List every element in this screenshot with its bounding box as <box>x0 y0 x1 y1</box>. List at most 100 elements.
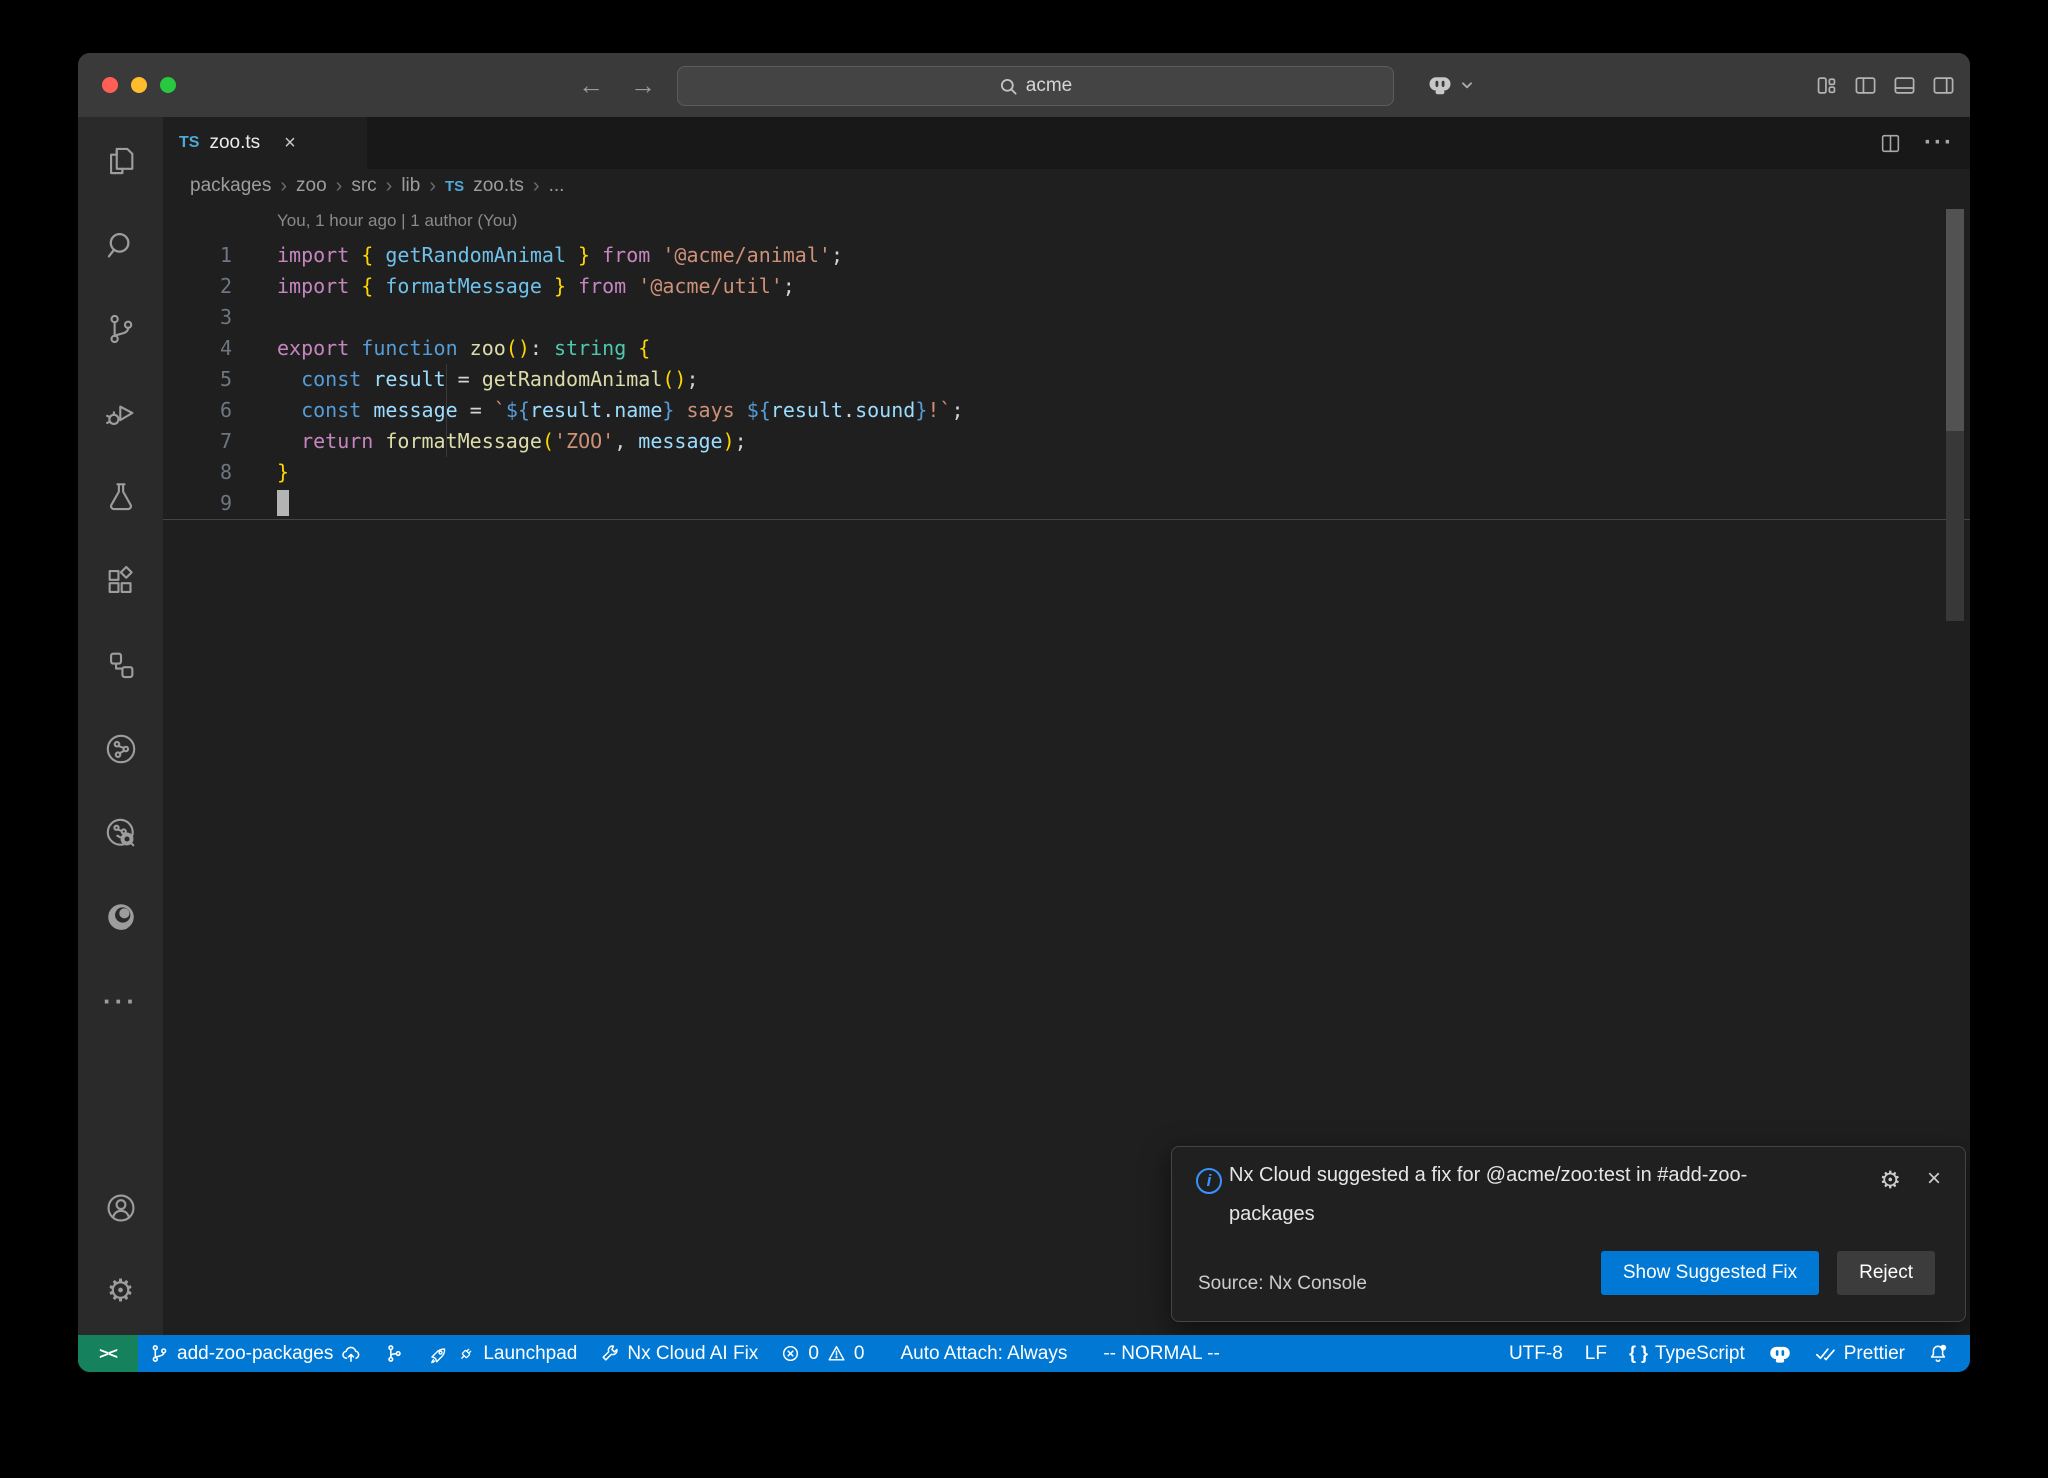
remote-indicator[interactable]: >< <box>78 1335 138 1372</box>
line-content[interactable]: import { getRandomAnimal } from '@acme/a… <box>277 240 843 271</box>
copilot-status-item[interactable] <box>1756 1335 1804 1372</box>
problems-item[interactable]: 0 0 <box>769 1335 875 1372</box>
breadcrumb-item[interactable]: packages <box>190 175 271 197</box>
nx-project-graph-icon[interactable] <box>103 815 139 851</box>
tab-bar: TS zoo.ts × ··· <box>163 117 1970 169</box>
remote-explorer-icon[interactable] <box>103 647 139 683</box>
language-mode-item[interactable]: { } TypeScript <box>1618 1335 1756 1372</box>
encoding-item[interactable]: UTF-8 <box>1498 1335 1574 1372</box>
git-blame-annotation: You, 1 hour ago | 1 author (You) <box>277 203 1970 240</box>
activity-bar: ··· ⚙ <box>78 117 163 1335</box>
launchpad-label: Launchpad <box>483 1343 577 1365</box>
text-cursor <box>277 490 289 516</box>
notification-settings-icon[interactable]: ⚙ <box>1879 1169 1901 1193</box>
code-line-2[interactable]: 2 import { formatMessage } from '@acme/ut… <box>163 271 1970 302</box>
split-editor-icon[interactable] <box>1879 132 1902 155</box>
line-content[interactable]: import { formatMessage } from '@acme/uti… <box>277 271 795 302</box>
line-content[interactable]: } <box>277 457 289 488</box>
breadcrumb-item[interactable]: zoo <box>296 175 327 197</box>
breadcrumb: packages › zoo › src › lib › TS zoo.ts ›… <box>163 169 1970 203</box>
notification-close-icon[interactable]: × <box>1927 1167 1941 1191</box>
nx-cloud-ai-fix-item[interactable]: Nx Cloud AI Fix <box>588 1335 769 1372</box>
zoom-window-button[interactable] <box>160 77 176 93</box>
auto-attach-item[interactable]: Auto Attach: Always <box>889 1335 1078 1372</box>
code-line-8[interactable]: 8} <box>163 457 1970 488</box>
line-content[interactable]: export function zoo(): string { <box>277 333 650 364</box>
more-actions-icon[interactable]: ··· <box>1924 129 1954 157</box>
titlebar: ← → acme <box>78 53 1970 118</box>
code-line-4[interactable]: 4export function zoo(): string { <box>163 333 1970 364</box>
line-number: 2 <box>163 271 232 302</box>
reject-button[interactable]: Reject <box>1837 1251 1935 1295</box>
rocket-icon <box>427 1343 449 1365</box>
settings-gear-icon[interactable]: ⚙ <box>103 1272 139 1308</box>
customize-layout-icon[interactable] <box>1814 73 1839 98</box>
line-number: 5 <box>163 364 232 395</box>
publish-cloud-icon <box>340 1343 362 1365</box>
navigate-forward-icon[interactable]: → <box>630 70 656 101</box>
breadcrumb-file[interactable]: zoo.ts <box>473 175 524 197</box>
source-control-graph-item[interactable] <box>373 1335 416 1372</box>
editor-scrollbar[interactable] <box>1946 209 1964 431</box>
typescript-file-icon: TS <box>179 134 199 152</box>
double-check-icon <box>1815 1343 1837 1365</box>
error-count: 0 <box>808 1343 819 1365</box>
copilot-icon <box>1426 71 1454 99</box>
code-line-9[interactable]: 9 <box>163 488 1970 520</box>
source-control-icon[interactable] <box>103 311 139 347</box>
minimize-window-button[interactable] <box>131 77 147 93</box>
run-and-debug-icon[interactable] <box>103 395 139 431</box>
explorer-icon[interactable] <box>103 143 139 179</box>
window-controls <box>102 77 176 93</box>
formatter-item[interactable]: Prettier <box>1804 1335 1916 1372</box>
chevron-down-icon <box>1460 78 1474 92</box>
breadcrumb-overflow[interactable]: ... <box>549 175 565 197</box>
line-content[interactable]: const message = `${result.name} says ${r… <box>277 395 964 426</box>
close-tab-icon[interactable]: × <box>284 132 296 155</box>
line-content[interactable]: return formatMessage('ZOO', message); <box>277 426 747 457</box>
launchpad-item[interactable]: Launchpad <box>416 1335 588 1372</box>
code-lines: 1import { getRandomAnimal } from '@acme/… <box>163 240 1970 520</box>
search-view-icon[interactable] <box>103 227 139 263</box>
code-line-1[interactable]: 1import { getRandomAnimal } from '@acme/… <box>163 240 1970 271</box>
indent-guide <box>446 364 447 457</box>
testing-icon[interactable] <box>103 479 139 515</box>
git-branch-icon <box>149 1343 170 1364</box>
errors-icon <box>780 1343 801 1364</box>
tab-zoo-ts[interactable]: TS zoo.ts × <box>163 117 367 169</box>
breadcrumb-separator-icon: › <box>533 175 540 198</box>
code-line-6[interactable]: 6 const message = `${result.name} says $… <box>163 395 1970 426</box>
code-line-3[interactable]: 3 <box>163 302 1970 333</box>
copilot-menu[interactable] <box>1426 53 1474 117</box>
accounts-icon[interactable] <box>103 1190 139 1226</box>
eol-item[interactable]: LF <box>1574 1335 1618 1372</box>
close-window-button[interactable] <box>102 77 118 93</box>
breadcrumb-item[interactable]: src <box>351 175 376 197</box>
plug-icon <box>456 1344 476 1364</box>
notification-source: Source: Nx Console <box>1198 1273 1367 1295</box>
code-line-5[interactable]: 5 const result = getRandomAnimal(); <box>163 364 1970 395</box>
nx-console-icon[interactable] <box>103 731 139 767</box>
show-suggested-fix-button[interactable]: Show Suggested Fix <box>1601 1251 1819 1295</box>
notification-message: Nx Cloud suggested a fix for @acme/zoo:t… <box>1229 1156 1814 1234</box>
copilot-icon <box>1767 1341 1793 1367</box>
notifications-bell-item[interactable] <box>1916 1335 1960 1372</box>
warning-count: 0 <box>854 1343 865 1365</box>
navigate-back-icon[interactable]: ← <box>578 70 604 101</box>
git-branch-item[interactable]: add-zoo-packages <box>138 1335 373 1372</box>
editor-scrollbar-track[interactable] <box>1946 431 1964 621</box>
toggle-secondary-sidebar-icon[interactable] <box>1931 73 1956 98</box>
command-center-search[interactable]: acme <box>677 66 1394 106</box>
vscode-window: ← → acme <box>78 53 1970 1372</box>
notification-toast: i Nx Cloud suggested a fix for @acme/zoo… <box>1171 1146 1966 1322</box>
code-line-7[interactable]: 7 return formatMessage('ZOO', message); <box>163 426 1970 457</box>
extensions-icon[interactable] <box>103 563 139 599</box>
vim-mode-item[interactable]: -- NORMAL -- <box>1092 1335 1230 1372</box>
edge-browser-icon[interactable] <box>103 899 139 935</box>
wrench-icon <box>599 1343 620 1364</box>
line-content[interactable]: const result = getRandomAnimal(); <box>277 364 699 395</box>
toggle-panel-icon[interactable] <box>1892 73 1917 98</box>
toggle-primary-sidebar-icon[interactable] <box>1853 73 1878 98</box>
additional-views-icon[interactable]: ··· <box>103 983 139 1019</box>
breadcrumb-item[interactable]: lib <box>401 175 420 197</box>
